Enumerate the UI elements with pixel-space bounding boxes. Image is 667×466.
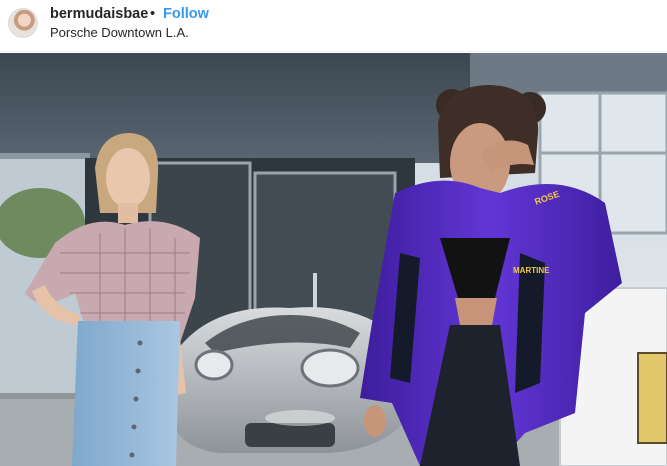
avatar[interactable]	[8, 8, 38, 38]
username-link[interactable]: bermudaisbae	[50, 6, 148, 22]
photo-illustration: MARTINE ROSE	[0, 53, 667, 466]
follow-button[interactable]: Follow	[163, 6, 209, 22]
post-header: bermudaisbae • Follow Porsche Downtown L…	[0, 0, 667, 52]
separator-dot: •	[150, 6, 156, 22]
jacket-chest-text: MARTINE	[513, 266, 550, 275]
location-link[interactable]: Porsche Downtown L.A.	[50, 25, 189, 40]
post-photo[interactable]: MARTINE ROSE	[0, 53, 667, 466]
